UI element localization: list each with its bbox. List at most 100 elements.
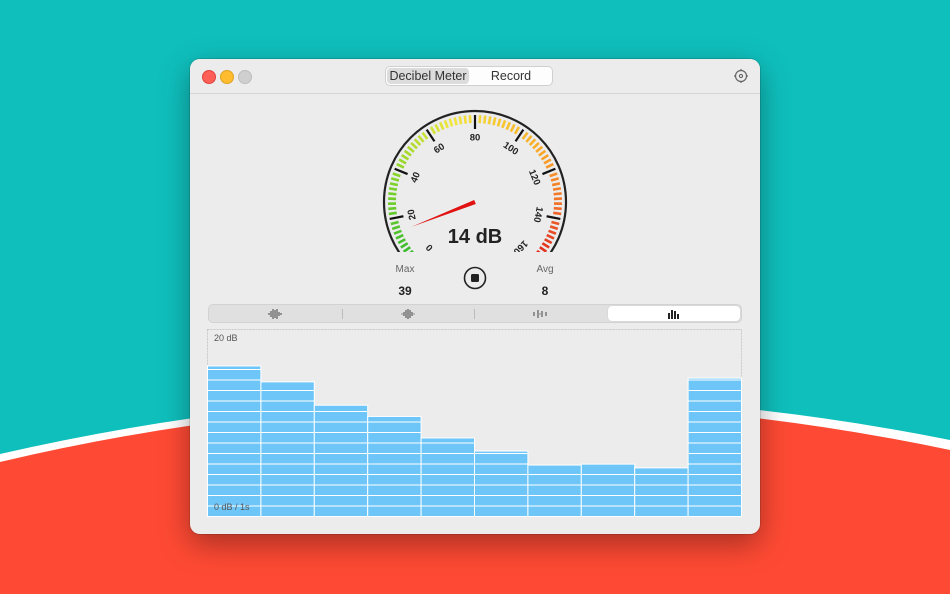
- gauge-tick: [544, 238, 553, 245]
- avg-value: 8: [541, 284, 549, 298]
- gauge-tick: [549, 172, 558, 178]
- gauge-tick: [505, 121, 512, 131]
- close-window-button[interactable]: [202, 70, 216, 84]
- stop-icon[interactable]: [463, 266, 487, 290]
- chart-top-label: 20 dB: [214, 333, 238, 343]
- gauge-tick: [546, 233, 555, 240]
- gauge-tick: [400, 242, 409, 249]
- gauge-tick: [528, 138, 537, 146]
- app-window: Decibel Meter Record 0 20 40 60 80 100 120 140 1…: [190, 59, 760, 534]
- gauge-tick: [552, 187, 562, 191]
- gauge-tick-label: 20: [406, 208, 419, 221]
- gauge-tick: [539, 246, 548, 252]
- gauge-tick: [396, 162, 405, 169]
- gauge-needle: [411, 199, 476, 227]
- gauge-tick: [397, 238, 406, 245]
- gauge-tick-label: 100: [501, 140, 520, 158]
- gauge-tick: [463, 115, 468, 124]
- gauge-tick: [390, 177, 400, 182]
- gauge-tick: [392, 172, 401, 178]
- gauge-tick: [448, 118, 454, 127]
- gauge-tick: [390, 220, 399, 226]
- gauge-tick: [548, 229, 557, 235]
- chart-bottom-label: 0 dB / 1s: [214, 502, 250, 512]
- gauge-tick: [551, 182, 561, 187]
- display-mode-switcher: [208, 304, 742, 323]
- waveform-icon: [268, 308, 282, 319]
- level-bar: [420, 437, 476, 517]
- avg-label: Avg: [536, 264, 554, 275]
- max-stat: Max 39: [375, 264, 435, 298]
- level-bar: [474, 450, 529, 517]
- gauge-tick: [542, 167, 556, 176]
- gauge-tick: [513, 126, 521, 135]
- minimize-window-button[interactable]: [220, 70, 234, 84]
- gauge-tick: [496, 118, 502, 127]
- gauge-tick: [536, 249, 541, 252]
- gauge-tick: [403, 149, 412, 157]
- gauge-tick-label: 80: [470, 133, 481, 144]
- level-bar: [634, 467, 689, 517]
- mode-waveform[interactable]: [209, 305, 342, 322]
- gauge-tick: [551, 220, 560, 226]
- gauge-tick: [550, 177, 560, 182]
- gauge-tick: [501, 119, 507, 129]
- gauge-tick: [406, 145, 415, 153]
- max-value: 39: [398, 284, 412, 298]
- gauge-tick: [553, 192, 562, 196]
- gauge-tick: [553, 206, 562, 211]
- gauge-tick-label: 120: [526, 168, 542, 187]
- waveform-center-icon: [401, 308, 415, 319]
- gauge-tick-label: 40: [409, 171, 423, 185]
- gauge-tick: [398, 158, 407, 165]
- gauge-tick: [429, 126, 437, 135]
- gauge-tick: [549, 225, 559, 231]
- gauge-tick: [388, 187, 398, 191]
- decibel-readout: 14 dB: [447, 226, 503, 248]
- level-bar: [580, 463, 636, 517]
- gauge-tick: [401, 154, 410, 161]
- gauge-tick: [388, 192, 397, 196]
- title-bar: Decibel Meter Record: [190, 59, 760, 94]
- gauge-tick: [413, 138, 422, 146]
- gauge-tick: [389, 182, 399, 187]
- gauge-tick: [393, 229, 402, 235]
- gauge-tick-label: 140: [531, 206, 545, 224]
- gauge-tick: [453, 117, 458, 126]
- gauge-tick: [438, 121, 445, 131]
- gauge-tick: [388, 211, 397, 216]
- level-bar: [367, 415, 422, 517]
- gear-icon[interactable]: [733, 68, 749, 84]
- gauge-tick: [553, 211, 562, 216]
- gauge-tick: [538, 149, 547, 157]
- gauge-tick: [389, 215, 404, 221]
- level-bar: [207, 365, 262, 517]
- gauge-tick: [482, 115, 487, 124]
- gauge-tick: [492, 117, 497, 126]
- gauge-tick: [545, 162, 554, 169]
- gauge-tick: [388, 206, 397, 211]
- gauge-tick: [394, 167, 408, 176]
- tab-record[interactable]: Record: [470, 67, 552, 85]
- level-bar: [260, 381, 315, 517]
- gauge-tick: [509, 123, 516, 133]
- gauge-tick: [543, 158, 552, 165]
- gauge-tick: [541, 242, 550, 249]
- gauge-tick: [525, 135, 533, 143]
- gauge-tick: [409, 249, 414, 252]
- gauge-tick: [417, 135, 425, 143]
- level-bar-chart: 20 dB 0 dB / 1s: [207, 329, 742, 517]
- mode-waveform-center[interactable]: [341, 305, 475, 322]
- level-bar: [527, 464, 582, 517]
- gauge-tick: [402, 246, 411, 252]
- zoom-window-button[interactable]: [238, 70, 252, 84]
- max-label: Max: [395, 264, 415, 275]
- waveform-sparse-icon: [533, 309, 547, 318]
- tab-decibel-meter[interactable]: Decibel Meter: [387, 68, 469, 84]
- gauge-tick: [487, 116, 492, 125]
- gauge-tick: [443, 119, 449, 129]
- bar-chart-icon: [667, 309, 679, 319]
- mode-waveform-sparse[interactable]: [474, 305, 607, 322]
- gauge-tick: [535, 145, 544, 153]
- mode-bar-chart[interactable]: [607, 306, 740, 321]
